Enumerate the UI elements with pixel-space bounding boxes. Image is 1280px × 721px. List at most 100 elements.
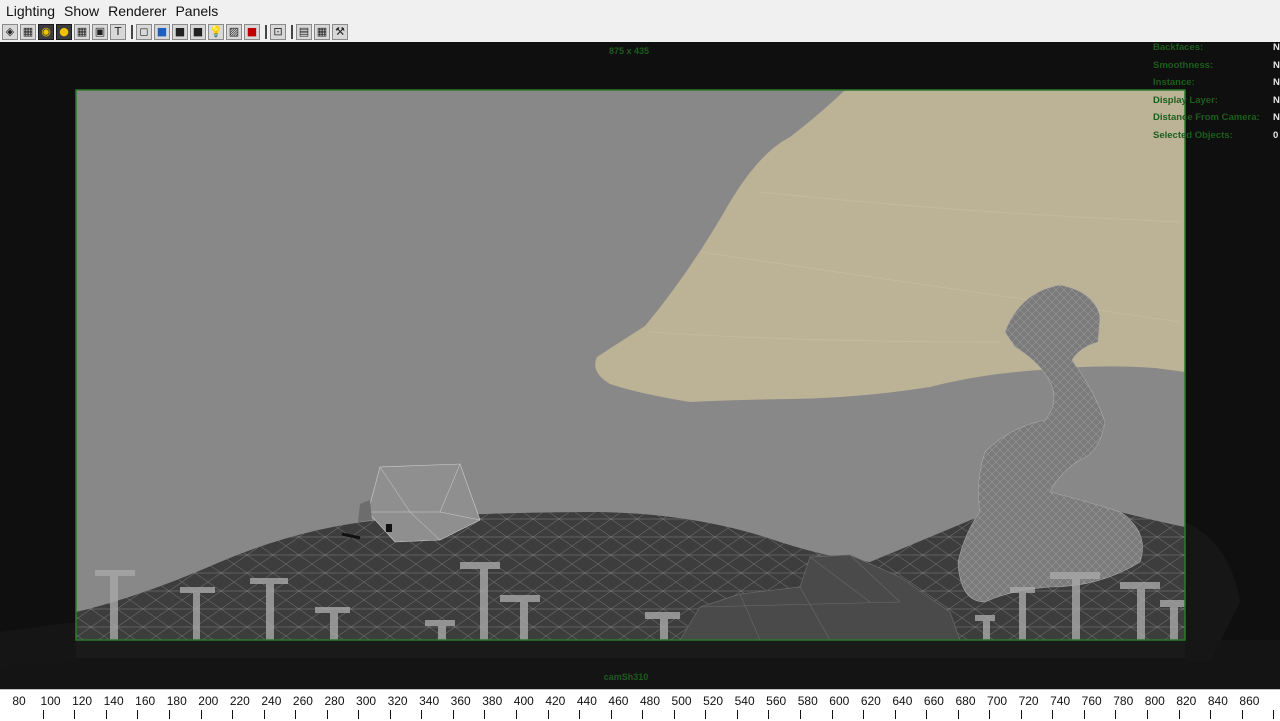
frame-tick xyxy=(295,710,296,719)
hud-row: Backfaces: N/ xyxy=(1153,42,1280,60)
camera-view xyxy=(76,90,1185,640)
xray-joints-icon[interactable]: ▦ xyxy=(314,24,330,40)
panel-toolbar: ◈ ▦ ◉ ● ▦ ▣ T ◻ ■ ■ ■ 💡 ▨ ■ ⊡ ▤ ▦ ⚒ xyxy=(0,22,1280,42)
frame-label: 440 xyxy=(576,694,597,708)
wireframe-on-shaded-icon[interactable]: ■ xyxy=(172,24,188,40)
hud-label: Instance: xyxy=(1153,77,1195,88)
frame-label: 600 xyxy=(829,694,850,708)
frame-tick xyxy=(1273,710,1274,719)
frame-label: 580 xyxy=(797,694,818,708)
hud-value: N/ xyxy=(1273,59,1280,71)
menu-panels[interactable]: Panels xyxy=(169,0,221,22)
grid-icon[interactable]: ▦ xyxy=(74,24,90,40)
hud-value: 0 xyxy=(1273,129,1279,141)
frame-label: 500 xyxy=(671,694,692,708)
frame-label: 780 xyxy=(1113,694,1134,708)
scene-canvas[interactable] xyxy=(0,42,1280,689)
frame-tick xyxy=(327,710,328,719)
frame-label: 100 xyxy=(40,694,61,708)
frame-label: 260 xyxy=(292,694,313,708)
frame-label: 640 xyxy=(892,694,913,708)
hud-value: N/ xyxy=(1273,42,1280,53)
menu-renderer[interactable]: Renderer xyxy=(102,0,169,22)
frame-tick xyxy=(674,710,675,719)
frame-tick xyxy=(484,710,485,719)
frame-label: 540 xyxy=(734,694,755,708)
isolate-select-icon[interactable]: ⊡ xyxy=(270,24,286,40)
toolbar-separator xyxy=(131,25,133,39)
frame-tick xyxy=(421,710,422,719)
smooth-shade-icon[interactable]: ■ xyxy=(154,24,170,40)
hud-row: Display Layer: N/ xyxy=(1153,95,1280,113)
frame-tick xyxy=(1084,710,1085,719)
frame-label: 160 xyxy=(135,694,156,708)
frame-label: 200 xyxy=(198,694,219,708)
time-slider[interactable]: 80 100 120 140 160 180 200 220 240 260 280 300 320 34… xyxy=(0,689,1280,721)
frame-label: 180 xyxy=(166,694,187,708)
viewport-panel[interactable]: 875 x 435 camSh310 Backfaces: N/Smoothnes… xyxy=(0,42,1280,689)
menu-lighting[interactable]: Lighting xyxy=(0,0,58,22)
frame-label: 660 xyxy=(923,694,944,708)
toolbar-separator xyxy=(291,25,293,39)
frame-label: 820 xyxy=(1176,694,1197,708)
heads-up-display: Backfaces: N/Smoothness: N/Instance: N/Disp… xyxy=(1153,42,1280,147)
frame-label: 840 xyxy=(1207,694,1228,708)
frame-tick xyxy=(106,710,107,719)
high-quality-icon[interactable]: ■ xyxy=(244,24,260,40)
film-gate-icon[interactable]: ▣ xyxy=(92,24,108,40)
frame-label: 400 xyxy=(513,694,534,708)
frame-tick xyxy=(737,710,738,719)
frame-tick xyxy=(264,710,265,719)
frame-tick xyxy=(958,710,959,719)
frame-label: 280 xyxy=(324,694,345,708)
frame-tick xyxy=(800,710,801,719)
frame-label: 360 xyxy=(450,694,471,708)
frame-label: 420 xyxy=(545,694,566,708)
frame-label: 760 xyxy=(1081,694,1102,708)
frame-tick xyxy=(1021,710,1022,719)
frame-label: 860 xyxy=(1239,694,1260,708)
frame-label: 140 xyxy=(103,694,124,708)
hud-row: Instance: N/ xyxy=(1153,77,1280,95)
frame-tick xyxy=(74,710,75,719)
frame-tick xyxy=(137,710,138,719)
camera-name-label: camSh310 xyxy=(603,672,649,682)
safe-title-icon[interactable]: T xyxy=(110,24,126,40)
hud-value: N/ xyxy=(1273,112,1280,123)
frame-tick xyxy=(43,710,44,719)
textured-icon[interactable]: ■ xyxy=(190,24,206,40)
xray-components-icon[interactable]: ⚒ xyxy=(332,24,348,40)
frame-tick xyxy=(1210,710,1211,719)
camera-attributes-icon[interactable]: ▦ xyxy=(20,24,36,40)
frame-label: 80 xyxy=(12,694,26,708)
lights-icon[interactable]: 💡 xyxy=(208,24,224,40)
resolution-gate-label: 875 x 435 xyxy=(608,46,650,56)
frame-tick xyxy=(705,710,706,719)
frame-label: 320 xyxy=(387,694,408,708)
frame-label: 740 xyxy=(1050,694,1071,708)
wireframe-icon[interactable]: ◻ xyxy=(136,24,152,40)
frame-label: 120 xyxy=(72,694,93,708)
frame-tick xyxy=(1147,710,1148,719)
frame-tick xyxy=(390,710,391,719)
frame-tick xyxy=(989,710,990,719)
frame-tick xyxy=(863,710,864,719)
hud-row: Smoothness: N/ xyxy=(1153,60,1280,78)
frame-label: 720 xyxy=(1018,694,1039,708)
frame-label: 340 xyxy=(419,694,440,708)
bookmarks-icon[interactable]: ◉ xyxy=(38,24,54,40)
frame-tick xyxy=(832,710,833,719)
frame-label: 560 xyxy=(766,694,787,708)
frame-tick xyxy=(169,710,170,719)
frame-tick xyxy=(768,710,769,719)
frame-tick xyxy=(516,710,517,719)
menu-bar: Lighting Show Renderer Panels xyxy=(0,0,1280,23)
select-camera-icon[interactable]: ◈ xyxy=(2,24,18,40)
menu-show[interactable]: Show xyxy=(58,0,102,22)
frame-label: 240 xyxy=(261,694,282,708)
toolbar-separator xyxy=(265,25,267,39)
shadows-icon[interactable]: ▨ xyxy=(226,24,242,40)
xray-icon[interactable]: ▤ xyxy=(296,24,312,40)
image-plane-icon[interactable]: ● xyxy=(56,24,72,40)
frame-tick xyxy=(926,710,927,719)
